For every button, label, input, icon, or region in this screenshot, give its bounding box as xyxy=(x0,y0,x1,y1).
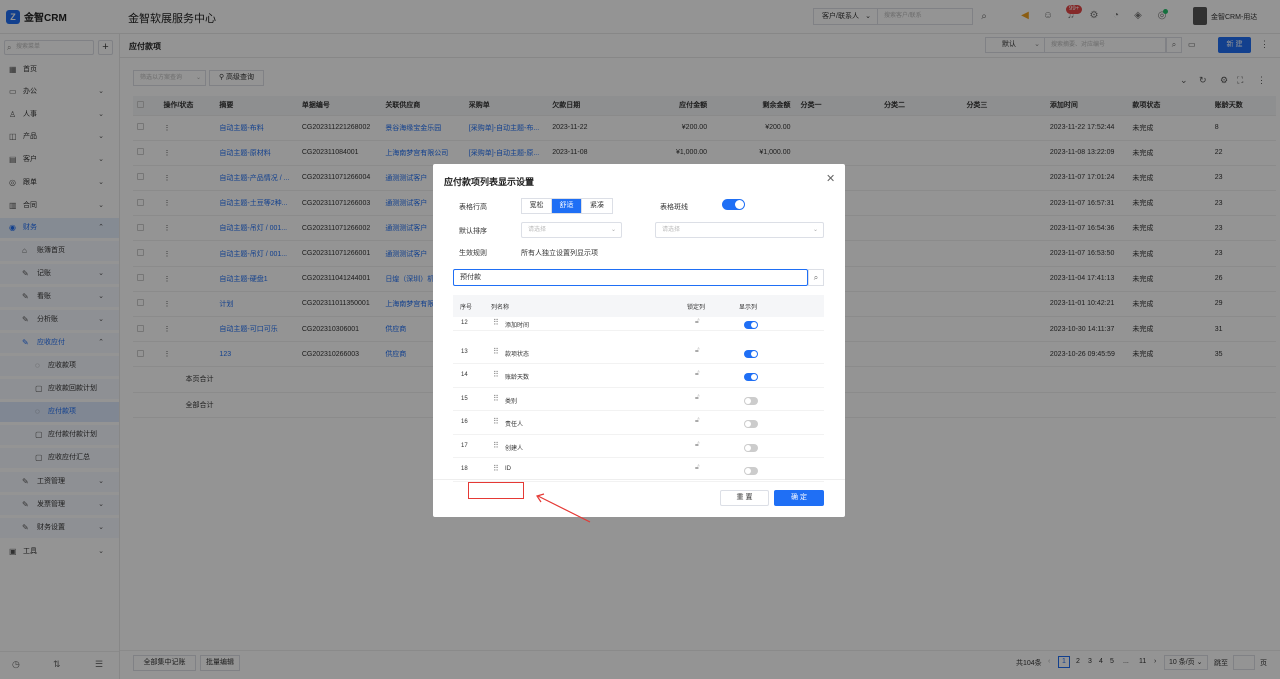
column-no: 14 xyxy=(461,372,468,378)
row-height-loose[interactable]: 宽松 xyxy=(522,199,552,213)
confirm-button[interactable]: 确 定 xyxy=(774,490,824,506)
show-column-toggle[interactable] xyxy=(744,396,758,405)
column-setting-row[interactable]: 15 ⠿ 类别 🔓︎ xyxy=(453,388,824,411)
column-no: 17 xyxy=(461,442,468,449)
rule-label: 生效规则 xyxy=(459,250,487,257)
row-height-label: 表格行高 xyxy=(459,204,487,211)
drag-handle-icon[interactable]: ⠿ xyxy=(493,318,499,327)
column-setting-row[interactable]: 18 ⠿ ID 🔓︎ xyxy=(453,458,824,482)
modal-divider xyxy=(433,479,845,480)
zebra-toggle[interactable] xyxy=(722,199,745,210)
annotation-arrow xyxy=(536,493,591,523)
lock-icon[interactable]: 🔓︎ xyxy=(695,394,700,402)
drag-handle-icon[interactable]: ⠿ xyxy=(493,417,499,426)
lock-icon[interactable]: 🔓︎ xyxy=(695,318,700,326)
column-no: 16 xyxy=(461,419,468,425)
drag-handle-icon[interactable]: ⠿ xyxy=(493,370,499,379)
show-column-toggle[interactable] xyxy=(744,420,758,428)
col-header-lock: 锁定列 xyxy=(687,305,706,311)
column-no: 13 xyxy=(461,348,468,355)
annotation-box xyxy=(468,482,524,499)
column-no: 18 xyxy=(461,466,468,472)
column-settings-modal: 应付款项列表显示设置 ✕ 表格行高 宽松 舒适 紧凑 表格斑线 默认排序 请选择… xyxy=(433,164,845,517)
column-search-input[interactable]: 预付款 xyxy=(453,269,808,286)
column-name: ID xyxy=(505,466,511,472)
reset-button[interactable]: 重 置 xyxy=(720,490,769,506)
column-setting-row[interactable]: 17 ⠿ 创建人 🔓︎ xyxy=(453,435,824,458)
drag-handle-icon[interactable]: ⠿ xyxy=(493,394,499,403)
drag-handle-icon[interactable]: ⠿ xyxy=(493,347,499,356)
col-header-no: 序号 xyxy=(460,305,473,311)
lock-icon[interactable]: 🔓︎ xyxy=(695,370,700,378)
column-name: 责任人 xyxy=(505,422,524,428)
close-icon[interactable]: ✕ xyxy=(826,172,835,185)
show-column-toggle[interactable] xyxy=(744,467,758,475)
column-name: 添加时间 xyxy=(505,323,530,329)
lock-icon[interactable]: 🔓︎ xyxy=(695,417,700,425)
col-header-name: 列名称 xyxy=(491,305,510,311)
search-icon[interactable]: ⌕ xyxy=(808,269,824,286)
row-height-comfortable[interactable]: 舒适 xyxy=(552,199,582,213)
lock-icon[interactable]: 🔓︎ xyxy=(695,347,700,355)
lock-icon[interactable]: 🔓︎ xyxy=(695,464,700,472)
sort-order-select[interactable]: 请选择 ⌄ xyxy=(655,222,824,238)
lock-icon[interactable]: 🔓︎ xyxy=(695,441,700,449)
column-no: 15 xyxy=(461,395,468,402)
column-setting-row[interactable]: 12 ⠿ 添加时间 🔓︎ xyxy=(453,317,824,331)
show-column-toggle[interactable] xyxy=(744,321,758,329)
column-setting-row[interactable]: 13 ⠿ 款项状态 🔓︎ xyxy=(453,341,824,364)
chevron-down-icon: ⌄ xyxy=(610,227,616,233)
show-column-toggle[interactable] xyxy=(744,373,758,381)
drag-handle-icon[interactable]: ⠿ xyxy=(493,464,499,473)
column-no: 12 xyxy=(461,320,468,326)
show-column-toggle[interactable] xyxy=(744,443,758,452)
modal-title: 应付款项列表显示设置 xyxy=(444,177,535,187)
col-header-show: 显示列 xyxy=(739,305,758,311)
show-column-toggle[interactable] xyxy=(744,349,758,358)
row-height-compact[interactable]: 紧凑 xyxy=(582,199,612,213)
column-setting-row[interactable]: 16 ⠿ 责任人 🔓︎ xyxy=(453,411,824,435)
drag-handle-icon[interactable]: ⠿ xyxy=(493,441,499,450)
column-name: 账龄天数 xyxy=(505,375,530,381)
column-list-header: 序号 列名称 锁定列 显示列 xyxy=(453,295,824,317)
sort-field-select[interactable]: 请选择 ⌄ xyxy=(521,222,622,238)
column-setting-row[interactable]: 14 ⠿ 账龄天数 🔓︎ xyxy=(453,364,824,388)
row-height-segmented: 宽松 舒适 紧凑 xyxy=(521,198,613,214)
default-sort-label: 默认排序 xyxy=(459,228,487,235)
rule-value: 所有人独立设置列显示项 xyxy=(521,250,598,257)
column-name: 款项状态 xyxy=(505,351,530,358)
column-name: 类别 xyxy=(505,398,518,405)
column-name: 创建人 xyxy=(505,445,524,452)
zebra-label: 表格斑线 xyxy=(660,204,688,211)
chevron-down-icon: ⌄ xyxy=(812,227,818,233)
